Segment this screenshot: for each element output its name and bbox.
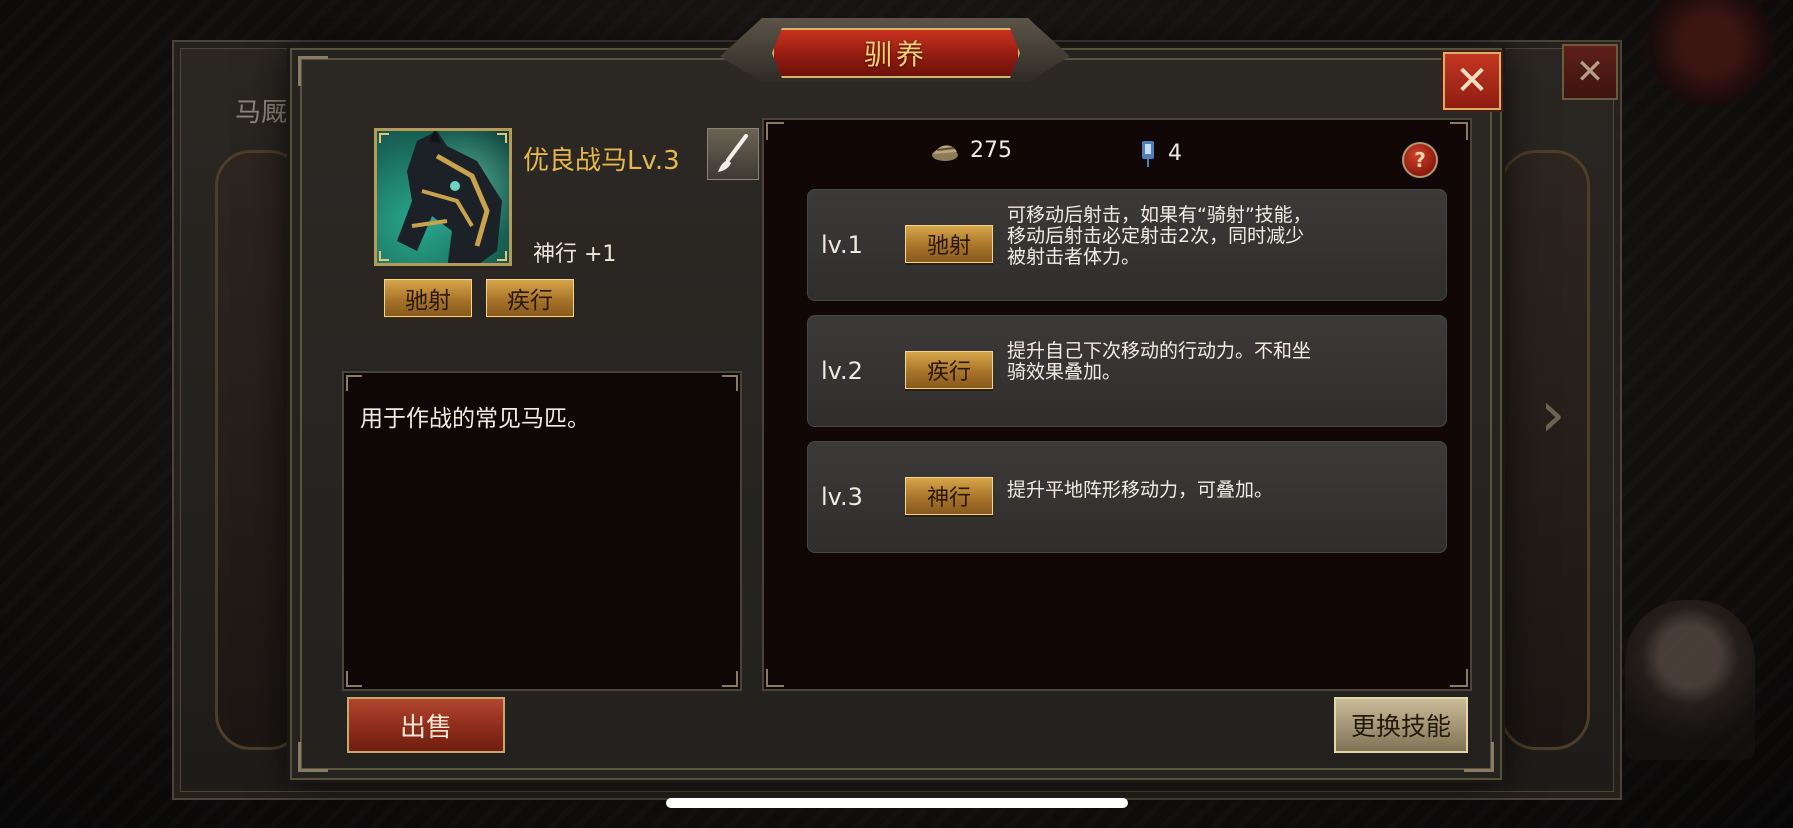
skill-desc-line: 可移动后射击，如果有“骑射”技能， [1007, 204, 1312, 226]
skill-description: 提升平地阵形移动力，可叠加。 [1007, 480, 1427, 501]
token-count: 4 [1168, 140, 1182, 166]
home-indicator[interactable] [666, 798, 1128, 808]
token-resource: 4 [1138, 138, 1182, 168]
frame-corner [298, 742, 328, 772]
skill-desc-line: 提升平地阵形移动力，可叠加。 [1007, 479, 1274, 501]
panel-corner [1450, 122, 1468, 140]
box-corner [722, 671, 738, 687]
skill-level-label: lv.2 [821, 357, 863, 385]
next-arrow-icon[interactable]: › [1540, 380, 1580, 450]
sell-button[interactable]: 出售 [347, 697, 505, 753]
horse-head-icon [397, 131, 502, 263]
skill-description: 提升自己下次移动的行动力。不和坐 骑效果叠加。 [1007, 341, 1427, 383]
frame-corner [1464, 742, 1494, 772]
close-icon: ✕ [1455, 58, 1489, 104]
help-button[interactable]: ? [1402, 142, 1438, 178]
brush-icon [718, 134, 748, 172]
advisor-avatar [1625, 600, 1755, 760]
skill-description: 可移动后射击，如果有“骑射”技能， 移动后射击必定射击2次，同时减少 被射击者体… [1007, 205, 1427, 268]
panel-corner [766, 669, 784, 687]
skill-level-label: lv.1 [821, 231, 863, 259]
skill-desc-line: 移动后射击必定射击2次，同时减少 [1007, 225, 1305, 247]
skill-desc-line: 骑效果叠加。 [1007, 361, 1122, 383]
box-corner [346, 671, 362, 687]
rename-button[interactable] [707, 128, 759, 180]
fodder-resource: 275 [930, 138, 1012, 163]
horse-skill-chip[interactable]: 疾行 [486, 279, 574, 317]
skill-chip[interactable]: 驰射 [905, 225, 993, 263]
horse-skill-chip[interactable]: 驰射 [384, 279, 472, 317]
horse-description: 用于作战的常见马匹。 [360, 406, 590, 432]
help-icon: ? [1414, 148, 1426, 172]
skill-level-label: lv.3 [821, 483, 863, 511]
horse-name: 优良战马Lv.3 [523, 146, 680, 176]
skill-desc-line: 提升自己下次移动的行动力。不和坐 [1007, 340, 1312, 362]
box-corner [722, 375, 738, 391]
description-box: 用于作战的常见马匹。 [342, 371, 742, 691]
horse-portrait[interactable] [374, 128, 512, 266]
crest-icon [1640, 0, 1780, 110]
token-icon [1142, 141, 1154, 167]
dialog-title: 驯养 [772, 28, 1020, 78]
portrait-corner [497, 133, 507, 143]
back-close-button[interactable]: ✕ [1562, 44, 1618, 100]
change-skill-button[interactable]: 更换技能 [1334, 697, 1468, 753]
frame-corner [298, 56, 328, 86]
fodder-count: 275 [970, 138, 1012, 163]
panel-corner [766, 122, 784, 140]
portrait-corner [379, 251, 389, 261]
skill-chip[interactable]: 疾行 [905, 351, 993, 389]
skill-level-row: lv.1 驰射 可移动后射击，如果有“骑射”技能， 移动后射击必定射击2次，同时… [807, 189, 1447, 301]
skill-level-row: lv.3 神行 提升平地阵形移动力，可叠加。 [807, 441, 1447, 553]
portrait-corner [497, 251, 507, 261]
box-corner [346, 375, 362, 391]
fodder-icon [932, 144, 958, 161]
panel-corner [1450, 669, 1468, 687]
portrait-corner [379, 133, 389, 143]
horse-attribute: 神行 +1 [533, 242, 617, 267]
skill-desc-line: 被射击者体力。 [1007, 246, 1141, 268]
skill-chip[interactable]: 神行 [905, 477, 993, 515]
close-button[interactable]: ✕ [1443, 52, 1501, 110]
skill-level-row: lv.2 疾行 提升自己下次移动的行动力。不和坐 骑效果叠加。 [807, 315, 1447, 427]
back-window-title: 马厩 [235, 98, 288, 128]
